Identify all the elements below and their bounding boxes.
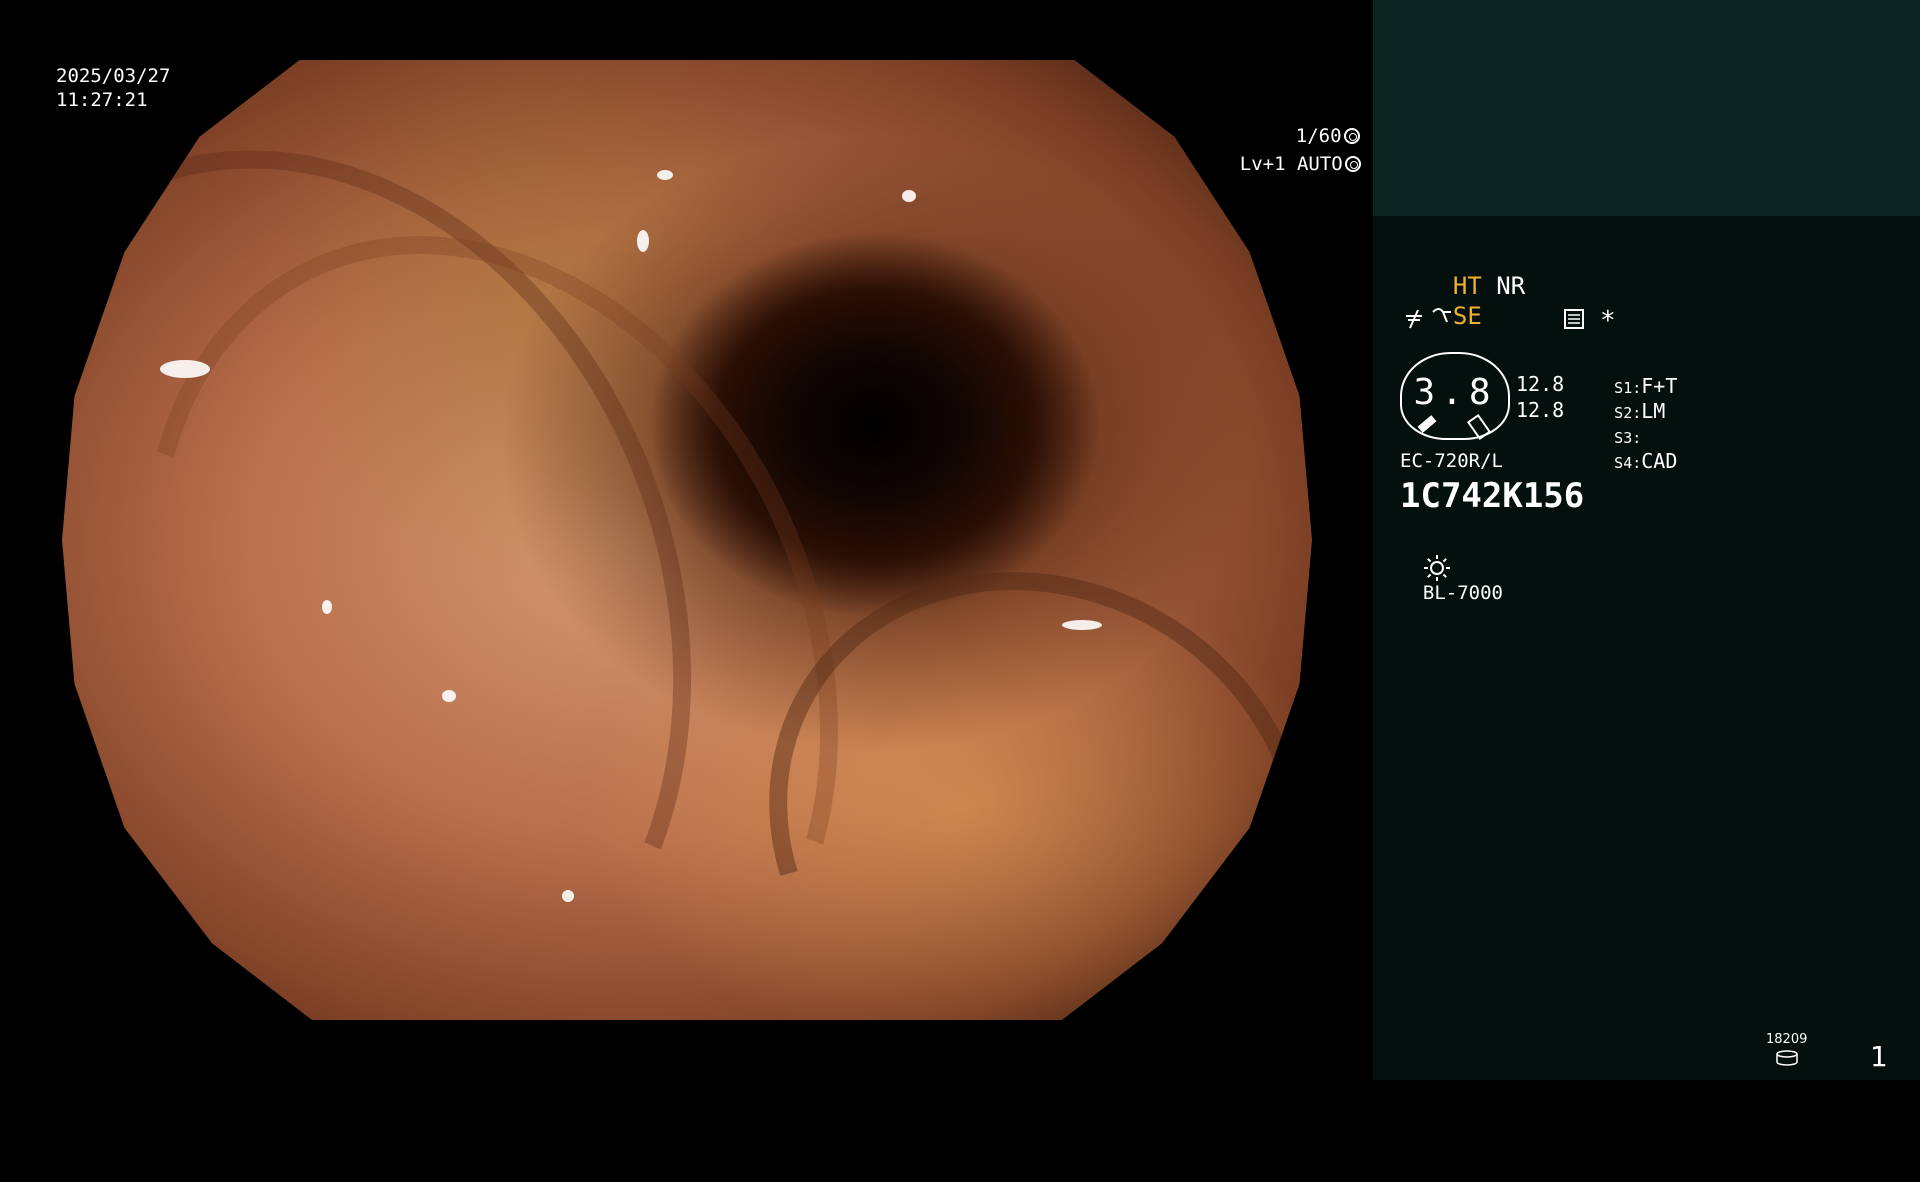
light-reflection (637, 230, 649, 252)
preset-value: LM (1641, 399, 1666, 423)
image-counter: 18209 (1766, 1032, 1808, 1047)
endoscopic-image (62, 60, 1312, 1020)
scope-model: EC-720R/L (1400, 450, 1503, 472)
memo-icon (1563, 308, 1585, 330)
capture-date: 2025/03/27 (56, 65, 171, 87)
disk-icon (1775, 1050, 1799, 1066)
light-reflection (322, 600, 332, 614)
light-reflection (562, 890, 574, 902)
light-reflection (442, 690, 456, 702)
light-reflection (160, 360, 210, 378)
gauge-marker-left (1417, 415, 1437, 433)
nr-indicator: NR (1496, 272, 1526, 300)
light-source-row: BL-7000 (1400, 532, 1503, 604)
light-source-model: BL-7000 (1422, 582, 1503, 604)
capture-time: 11:27:21 (56, 89, 148, 111)
light-reflection (1062, 620, 1102, 630)
gauge-value: 3.8 (1413, 372, 1497, 413)
gauge-side-value-1: 12.8 (1516, 372, 1565, 396)
light-reflection (902, 190, 916, 202)
bend-icon (1432, 308, 1451, 323)
gauge-dial: 3.8 (1400, 352, 1510, 441)
scope-serial: 1C742K156 (1400, 476, 1585, 516)
preset-key: S4: (1614, 454, 1642, 472)
asterisk-indicator: * (1600, 306, 1616, 336)
slash-icon (1402, 306, 1426, 330)
panel-header-block (1373, 0, 1920, 216)
preset-value: CAD (1641, 449, 1678, 473)
se-indicator: SE (1452, 302, 1482, 330)
iris-icon (1344, 156, 1361, 172)
page-number: 1 (1870, 1040, 1888, 1073)
exposure-level-readout: Lv+1 AUTO (1194, 128, 1361, 200)
light-reflection (657, 170, 673, 180)
exposure-level: Lv+1 AUTO (1239, 153, 1343, 175)
endoscope-video-area: 2025/03/27 11:27:21 1/60 Lv+1 AUTO (0, 0, 1373, 1080)
sun-icon (1423, 555, 1450, 581)
gauge-side-value-2: 12.8 (1516, 398, 1565, 422)
